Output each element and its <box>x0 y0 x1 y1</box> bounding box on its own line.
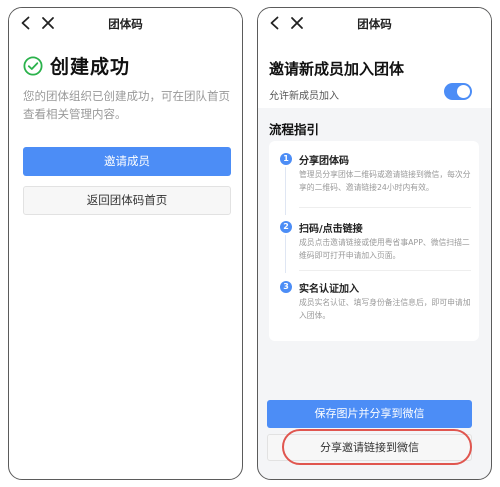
invite-heading: 邀请新成员加入团体 <box>269 60 405 78</box>
step-title: 实名认证加入 <box>299 284 359 295</box>
toggle-knob <box>457 85 470 98</box>
step-connector <box>285 235 286 273</box>
step-description: 成员实名认证、填写身份备注信息后，即可申请加入团体。 <box>299 298 471 320</box>
share-invite-link-button[interactable]: 分享邀请链接到微信 <box>267 434 472 461</box>
step-divider <box>299 207 471 208</box>
check-circle-icon <box>23 55 43 76</box>
invite-members-button[interactable]: 邀请成员 <box>23 147 231 176</box>
step-number: 2 <box>280 221 292 233</box>
page-title: 团体码 <box>357 17 392 31</box>
success-title: 创建成功 <box>50 56 131 78</box>
top-bar: 团体码 <box>9 8 242 40</box>
step-divider <box>299 270 471 271</box>
step-description: 成员点击邀请链接或使用粤省事APP、微信扫描二维码即可打开申请加入页面。 <box>299 238 470 260</box>
step-number: 1 <box>280 153 292 165</box>
step-number: 3 <box>280 281 292 293</box>
step-connector <box>285 167 286 215</box>
invite-screen: 团体码 邀请新成员加入团体 允许新成员加入 流程指引 1 分享团体码 管理员分享… <box>257 7 492 480</box>
save-image-share-button[interactable]: 保存图片并分享到微信 <box>267 400 472 428</box>
success-header: 创建成功 <box>23 52 130 79</box>
success-screen: 团体码 创建成功 您的团体组织已创建成功，可在团队首页查看相关管理内容。 邀请成… <box>8 7 243 480</box>
step-description: 管理员分享团体二维码或邀请链接到微信，每次分享的二维码、邀请链接24小时内有效。 <box>299 170 471 192</box>
top-bar: 团体码 <box>258 8 491 40</box>
allow-join-label: 允许新成员加入 <box>269 91 339 102</box>
step-title: 扫码/点击链接 <box>299 224 363 235</box>
guide-card: 1 分享团体码 管理员分享团体二维码或邀请链接到微信，每次分享的二维码、邀请链接… <box>269 141 479 341</box>
page-title: 团体码 <box>108 17 143 31</box>
step-title: 分享团体码 <box>299 156 349 167</box>
allow-join-toggle[interactable] <box>444 83 472 100</box>
back-to-home-button[interactable]: 返回团体码首页 <box>23 186 231 215</box>
guide-title: 流程指引 <box>269 122 320 137</box>
success-description: 您的团体组织已创建成功，可在团队首页查看相关管理内容。 <box>23 89 230 121</box>
